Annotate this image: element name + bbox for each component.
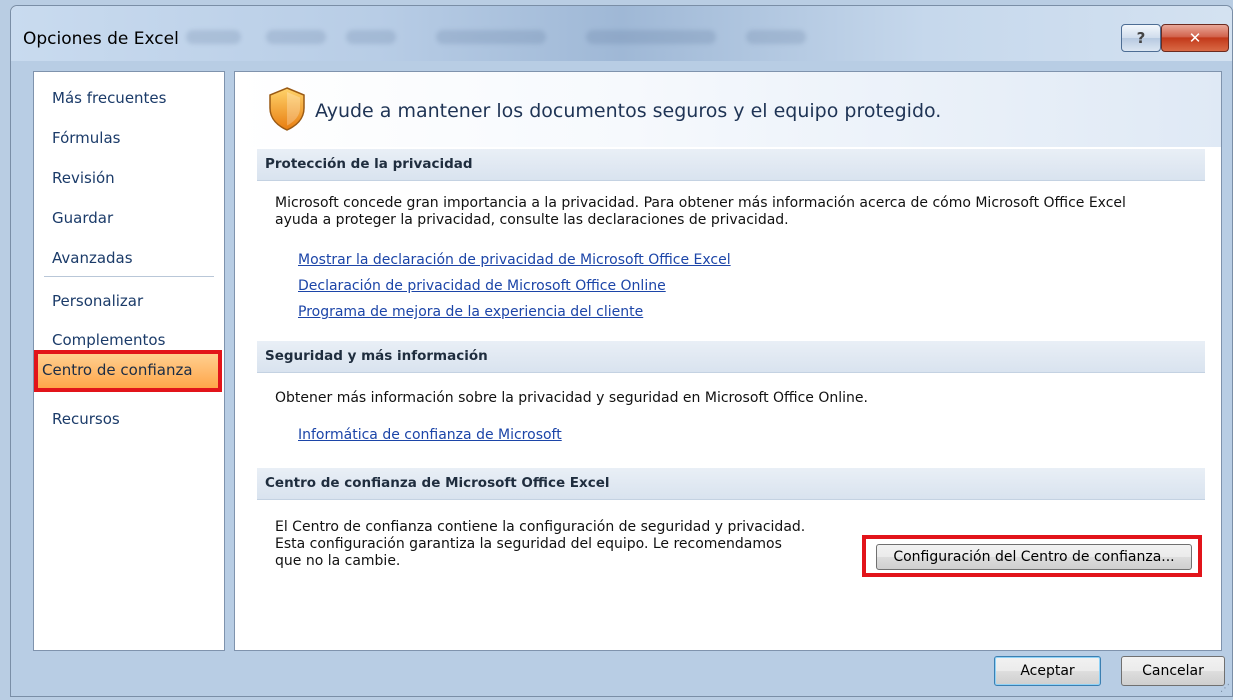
section-title: Centro de confianza de Microsoft Office … xyxy=(265,475,610,491)
link-office-online-privacy[interactable]: Declaración de privacidad de Microsoft O… xyxy=(298,278,666,294)
trust-center-description-line: que no la cambie. xyxy=(275,553,401,569)
background-ribbon-blur xyxy=(266,30,326,44)
help-button[interactable]: ? xyxy=(1121,24,1161,52)
sidebar-item-revision[interactable]: Revisión xyxy=(52,169,115,187)
sidebar-item-formulas[interactable]: Fórmulas xyxy=(52,129,120,147)
sidebar-item-label: Centro de confianza xyxy=(42,361,193,379)
panel-banner: Ayude a mantener los documentos seguros … xyxy=(235,72,1221,147)
resize-grip-icon[interactable]: ⋰ xyxy=(1220,683,1230,694)
ok-button[interactable]: Aceptar xyxy=(994,656,1101,686)
sidebar-divider xyxy=(44,276,214,277)
background-ribbon-blur xyxy=(346,30,396,44)
trust-center-settings-button[interactable]: Configuración del Centro de confianza... xyxy=(876,544,1192,570)
link-trustworthy-computing[interactable]: Informática de confianza de Microsoft xyxy=(298,427,562,443)
options-dialog: Opciones de Excel ? ✕ Más frecuentes Fór… xyxy=(10,5,1233,697)
trust-center-description-line: Esta configuración garantiza la segurida… xyxy=(275,536,782,552)
section-title: Seguridad y más información xyxy=(265,348,488,364)
background-ribbon-blur xyxy=(586,30,716,44)
privacy-description-line: ayuda a proteger la privacidad, consulte… xyxy=(275,212,789,228)
cancel-button[interactable]: Cancelar xyxy=(1121,656,1225,686)
section-header-privacidad: Protección de la privacidad xyxy=(257,149,1205,181)
window-title: Opciones de Excel xyxy=(23,29,179,49)
sidebar-item-guardar[interactable]: Guardar xyxy=(52,209,113,227)
sidebar-item-recursos[interactable]: Recursos xyxy=(52,410,120,428)
sidebar-item-avanzadas[interactable]: Avanzadas xyxy=(52,249,133,267)
title-bar[interactable]: Opciones de Excel ? ✕ xyxy=(11,6,1232,61)
close-button[interactable]: ✕ xyxy=(1161,24,1229,52)
link-customer-experience-program[interactable]: Programa de mejora de la experiencia del… xyxy=(298,304,643,320)
trust-center-panel: Ayude a mantener los documentos seguros … xyxy=(234,71,1222,651)
shield-icon xyxy=(269,87,305,131)
trust-center-description-line: El Centro de confianza contiene la confi… xyxy=(275,519,806,535)
background-ribbon-blur xyxy=(186,30,241,44)
link-excel-privacy-statement[interactable]: Mostrar la declaración de privacidad de … xyxy=(298,252,731,268)
section-header-seguridad: Seguridad y más información xyxy=(257,341,1205,373)
trust-center-description: El Centro de confianza contiene la confi… xyxy=(275,519,805,570)
sidebar-item-centro-de-confianza[interactable]: Centro de confianza xyxy=(34,350,222,392)
section-header-centro-de-confianza: Centro de confianza de Microsoft Office … xyxy=(257,468,1205,500)
privacy-description: Microsoft concede gran importancia a la … xyxy=(275,195,1126,229)
sidebar-item-personalizar[interactable]: Personalizar xyxy=(52,292,143,310)
security-description: Obtener más información sobre la privaci… xyxy=(275,390,868,406)
background-ribbon-blur xyxy=(436,30,546,44)
background-ribbon-blur xyxy=(746,30,806,44)
privacy-description-line: Microsoft concede gran importancia a la … xyxy=(275,195,1126,211)
help-icon: ? xyxy=(1136,29,1146,47)
highlight-box: Configuración del Centro de confianza... xyxy=(862,535,1202,577)
sidebar-item-complementos[interactable]: Complementos xyxy=(52,331,165,349)
dialog-body: Más frecuentes Fórmulas Revisión Guardar… xyxy=(11,61,1232,696)
close-icon: ✕ xyxy=(1188,29,1202,47)
sidebar-item-mas-frecuentes[interactable]: Más frecuentes xyxy=(52,89,166,107)
section-title: Protección de la privacidad xyxy=(265,156,473,172)
options-sidebar: Más frecuentes Fórmulas Revisión Guardar… xyxy=(33,71,225,651)
banner-heading: Ayude a mantener los documentos seguros … xyxy=(315,100,942,122)
